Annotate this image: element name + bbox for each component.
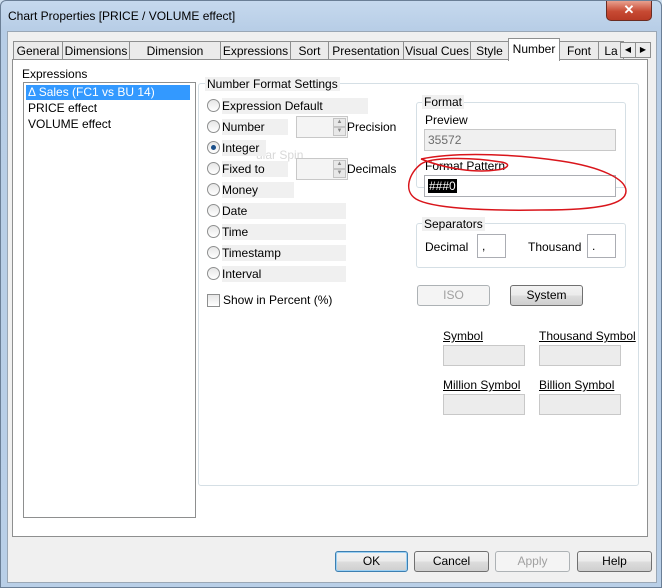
tab-number[interactable]: Number	[508, 38, 560, 61]
annotation-loop	[407, 153, 627, 211]
tab-label: Number	[512, 42, 556, 56]
dialog-window: Chart Properties [PRICE / VOLUME effect]…	[0, 0, 662, 588]
red-annotation	[407, 153, 627, 211]
